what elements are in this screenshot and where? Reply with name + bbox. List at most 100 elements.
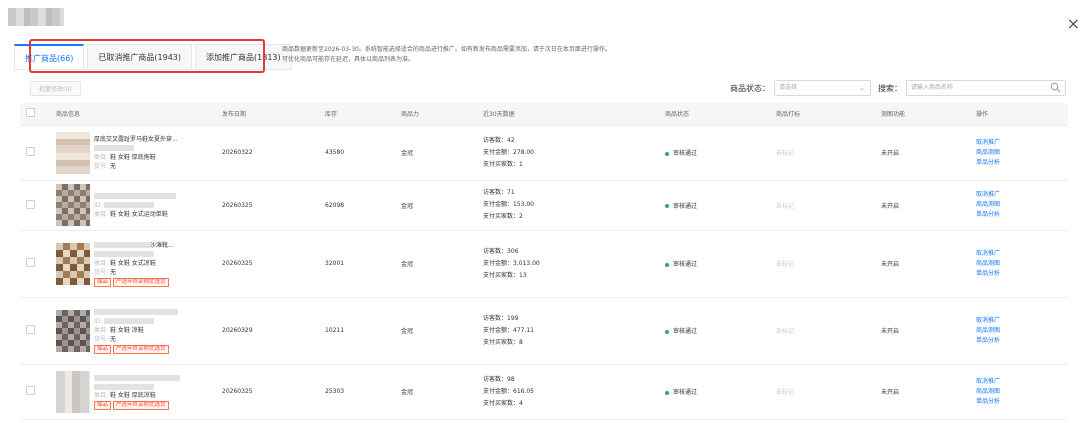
- redacted-id: [94, 145, 134, 151]
- col-product-power: 商品力: [395, 103, 477, 126]
- status-text: 审核通过: [673, 150, 698, 157]
- product-thumbnail[interactable]: [56, 131, 90, 174]
- pay-amount: 支付金额：278.00: [483, 148, 534, 156]
- id-prefix: ID:: [94, 317, 103, 325]
- cancel-promo-link[interactable]: 取消推广: [976, 190, 1068, 200]
- product-analysis-link[interactable]: 单品分析: [976, 269, 1068, 279]
- product-category: 鞋 女鞋 女式运动单鞋: [109, 210, 168, 218]
- publish-date: 20260322: [216, 125, 319, 181]
- redacted-id: [104, 202, 155, 208]
- table-row: 沙滩靴... 类目: 鞋 女鞋 女式凉鞋 货号: 无 爆品 严选年终采购优选货 2…: [20, 230, 1068, 298]
- cancel-promo-link[interactable]: 取消推广: [976, 249, 1068, 259]
- buyers: 支付买家数：13: [483, 271, 527, 279]
- selection-tag: 严选年终采购优选货: [113, 401, 169, 410]
- stock-value: 43580: [319, 125, 395, 181]
- product-thumbnail[interactable]: [56, 370, 90, 413]
- product-analysis-link[interactable]: 单品分析: [976, 158, 1068, 168]
- pay-amount: 支付金额：3,013.00: [483, 259, 540, 267]
- category-prefix: 类目:: [94, 326, 109, 334]
- status-dot-icon: [665, 151, 669, 156]
- status-dot-icon: [665, 204, 669, 208]
- search-input[interactable]: 请输入商品名称: [906, 80, 1066, 96]
- product-power: 金冠: [395, 180, 477, 231]
- sku-prefix: 货号:: [94, 335, 109, 343]
- product-thumbnail[interactable]: [56, 242, 90, 285]
- batch-edit-button[interactable]: 批量修改(0): [30, 81, 81, 96]
- status-select[interactable]: 请选择 ⌄: [774, 80, 871, 96]
- selection-tag: 严选年终采购优选货: [113, 277, 169, 287]
- search-placeholder: 请输入商品名称: [911, 84, 954, 91]
- col-product-info: 商品信息: [50, 103, 216, 126]
- product-thumbnail[interactable]: [56, 184, 90, 226]
- product-thumbnail[interactable]: [56, 309, 90, 352]
- category-prefix: 类目:: [94, 392, 109, 399]
- mark-link[interactable]: 去标记: [776, 389, 794, 396]
- product-test-link[interactable]: 商品测图: [976, 259, 1068, 269]
- publish-date: 20260329: [216, 297, 319, 365]
- search-label: 搜索：: [878, 84, 902, 93]
- shop-logo: [8, 8, 64, 26]
- hot-tag: 爆品: [94, 401, 112, 410]
- product-power: 金冠: [395, 297, 477, 365]
- product-analysis-link[interactable]: 单品分析: [976, 397, 1068, 407]
- status-select-placeholder: 请选择: [779, 84, 798, 91]
- close-icon[interactable]: ×: [1067, 14, 1080, 33]
- select-all-checkbox[interactable]: [26, 108, 35, 118]
- cancel-promo-link[interactable]: 取消推广: [976, 138, 1068, 148]
- row-checkbox[interactable]: [26, 199, 35, 209]
- table-row: 类目: 鞋 女鞋 厚底凉鞋 爆品 严选年终采购优选货 20260325 25303…: [20, 364, 1068, 420]
- product-test-link[interactable]: 商品测图: [976, 148, 1068, 158]
- cancel-promo-link[interactable]: 取消推广: [976, 377, 1068, 387]
- search-icon[interactable]: [1050, 82, 1061, 93]
- row-checkbox[interactable]: [26, 258, 35, 267]
- redacted-id: [94, 383, 154, 390]
- mark-link[interactable]: 去标记: [776, 261, 794, 268]
- table-row: ID: 类目: 鞋 女鞋 凉鞋 货号: 无 爆品 严选年终采购优选货 202603…: [20, 297, 1068, 365]
- publish-date: 20260325: [216, 364, 319, 420]
- col-mark: 商品打标: [770, 103, 875, 126]
- id-prefix: ID:: [94, 201, 103, 209]
- stock-value: 32001: [319, 230, 395, 298]
- table-row: 厚底交叉露趾罗马鞋女夏外穿... 类目: 鞋 女鞋 厚底拖鞋 货号: 无 202…: [20, 125, 1068, 181]
- buyers: 支付买家数：1: [483, 160, 523, 168]
- visitors: 访客数：199: [483, 314, 519, 322]
- product-category: 鞋 女鞋 厚底凉鞋: [109, 392, 156, 399]
- pay-amount: 支付金额：616.05: [483, 387, 534, 395]
- sku-prefix: 货号:: [94, 162, 109, 170]
- status-text: 审核通过: [673, 389, 698, 396]
- mark-link[interactable]: 去标记: [776, 203, 794, 210]
- visitors: 访客数：71: [483, 189, 515, 196]
- stock-value: 10211: [319, 297, 395, 365]
- product-analysis-link[interactable]: 单品分析: [976, 336, 1068, 346]
- product-sku: 无: [109, 335, 116, 343]
- visitors: 访客数：42: [483, 136, 515, 144]
- redacted-title: [94, 242, 150, 248]
- category-prefix: 类目:: [94, 259, 109, 267]
- col-30day-data: 近30天数据: [477, 103, 659, 126]
- product-title[interactable]: 厚底交叉露趾罗马鞋女夏外穿...: [94, 135, 178, 144]
- table-header-row: 商品信息 发布日期 库存 商品力 近30天数据 商品状态 商品打标 测图功能 操…: [20, 103, 1068, 126]
- row-checkbox[interactable]: [26, 386, 35, 395]
- selection-tag: 严选年终采购优选货: [113, 344, 169, 354]
- hot-tag: 爆品: [94, 344, 112, 354]
- status-dot-icon: [665, 262, 669, 267]
- mark-link[interactable]: 去标记: [776, 150, 794, 157]
- redacted-id: [104, 318, 155, 324]
- product-test-link[interactable]: 商品测图: [976, 200, 1068, 210]
- col-actions: 操作: [970, 103, 1068, 126]
- pay-amount: 支付金额：477.11: [483, 326, 534, 334]
- product-title[interactable]: 沙滩靴...: [150, 242, 174, 249]
- sku-prefix: 货号:: [94, 268, 109, 276]
- product-category: 鞋 女鞋 女式凉鞋: [109, 259, 156, 267]
- row-checkbox[interactable]: [26, 325, 35, 334]
- mark-link[interactable]: 去标记: [776, 328, 794, 335]
- visitors: 访客数：306: [483, 247, 519, 255]
- product-test-link[interactable]: 商品测图: [976, 326, 1068, 336]
- row-checkbox[interactable]: [26, 147, 35, 156]
- buyers: 支付买家数：8: [483, 338, 523, 346]
- product-analysis-link[interactable]: 单品分析: [976, 210, 1068, 220]
- product-test-link[interactable]: 商品测图: [976, 387, 1068, 397]
- publish-date: 20260325: [216, 180, 319, 231]
- cancel-promo-link[interactable]: 取消推广: [976, 316, 1068, 326]
- table-row: ID: 类目: 鞋 女鞋 女式运动单鞋 20260325 62098 金冠 访客…: [20, 180, 1068, 231]
